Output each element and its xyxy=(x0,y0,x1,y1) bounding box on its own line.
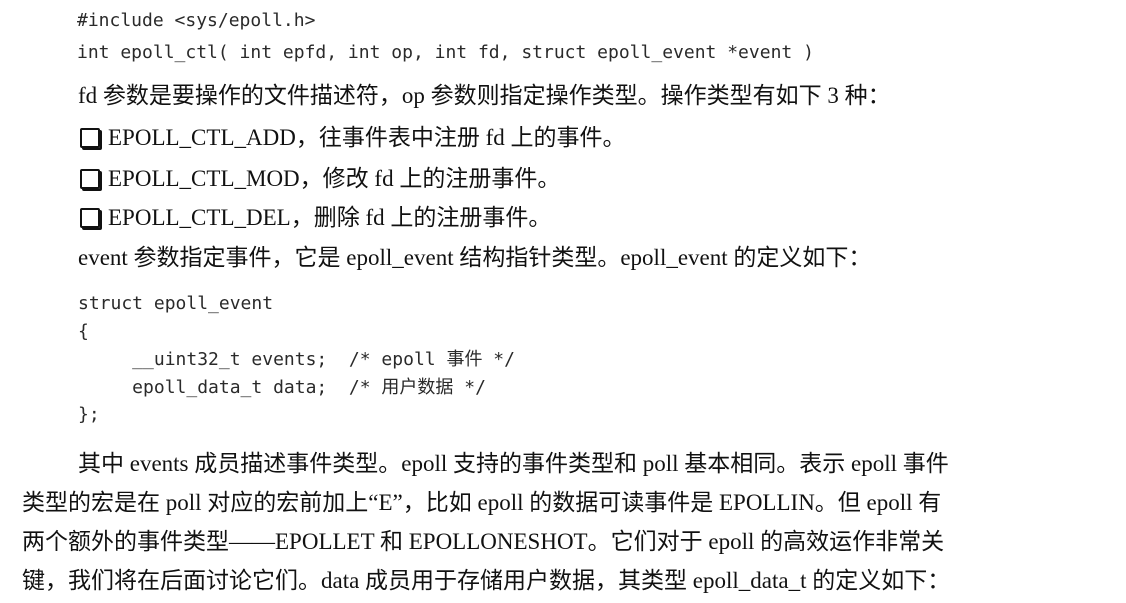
checkbox-icon xyxy=(80,208,100,228)
bullet-text: EPOLL_CTL_MOD，修改 fd 上的注册事件。 xyxy=(108,166,561,191)
paragraph-op-types: fd 参数是要操作的文件描述符，op 参数则指定操作类型。操作类型有如下 3 种… xyxy=(78,83,891,108)
bullet-epoll-ctl-mod: EPOLL_CTL_MOD，修改 fd 上的注册事件。 xyxy=(78,165,560,193)
document-page: #include <sys/epoll.h> int epoll_ctl( in… xyxy=(0,0,1126,603)
bullet-epoll-ctl-add: EPOLL_CTL_ADD，往事件表中注册 fd 上的事件。 xyxy=(78,124,625,152)
paragraph-events-line-4: 键，我们将在后面讨论它们。data 成员用于存储用户数据，其类型 epoll_d… xyxy=(22,568,951,593)
code-data-field: epoll_data_t data; /* 用户数据 */ xyxy=(78,377,486,398)
code-struct-line: struct epoll_event xyxy=(78,293,274,314)
checkbox-icon xyxy=(80,169,100,189)
code-events-field: __uint32_t events; /* epoll 事件 */ xyxy=(78,349,515,370)
paragraph-events-line-3: 两个额外的事件类型——EPOLLET 和 EPOLLONESHOT。它们对于 e… xyxy=(22,529,945,554)
code-open-brace: { xyxy=(78,321,89,342)
code-close-brace: }; xyxy=(78,404,100,425)
bullet-epoll-ctl-del: EPOLL_CTL_DEL，删除 fd 上的注册事件。 xyxy=(78,204,551,232)
paragraph-event-param: event 参数指定事件，它是 epoll_event 结构指针类型。epoll… xyxy=(78,245,872,270)
paragraph-events-line-2: 类型的宏是在 poll 对应的宏前加上“E”，比如 epoll 的数据可读事件是… xyxy=(22,490,942,515)
checkbox-icon xyxy=(80,128,100,148)
code-signature-line: int epoll_ctl( int epfd, int op, int fd,… xyxy=(77,42,814,63)
bullet-text: EPOLL_CTL_DEL，删除 fd 上的注册事件。 xyxy=(108,205,552,230)
bullet-text: EPOLL_CTL_ADD，往事件表中注册 fd 上的事件。 xyxy=(108,125,626,150)
code-include-line: #include <sys/epoll.h> xyxy=(77,10,316,31)
paragraph-events-line-1: 其中 events 成员描述事件类型。epoll 支持的事件类型和 poll 基… xyxy=(78,451,949,476)
